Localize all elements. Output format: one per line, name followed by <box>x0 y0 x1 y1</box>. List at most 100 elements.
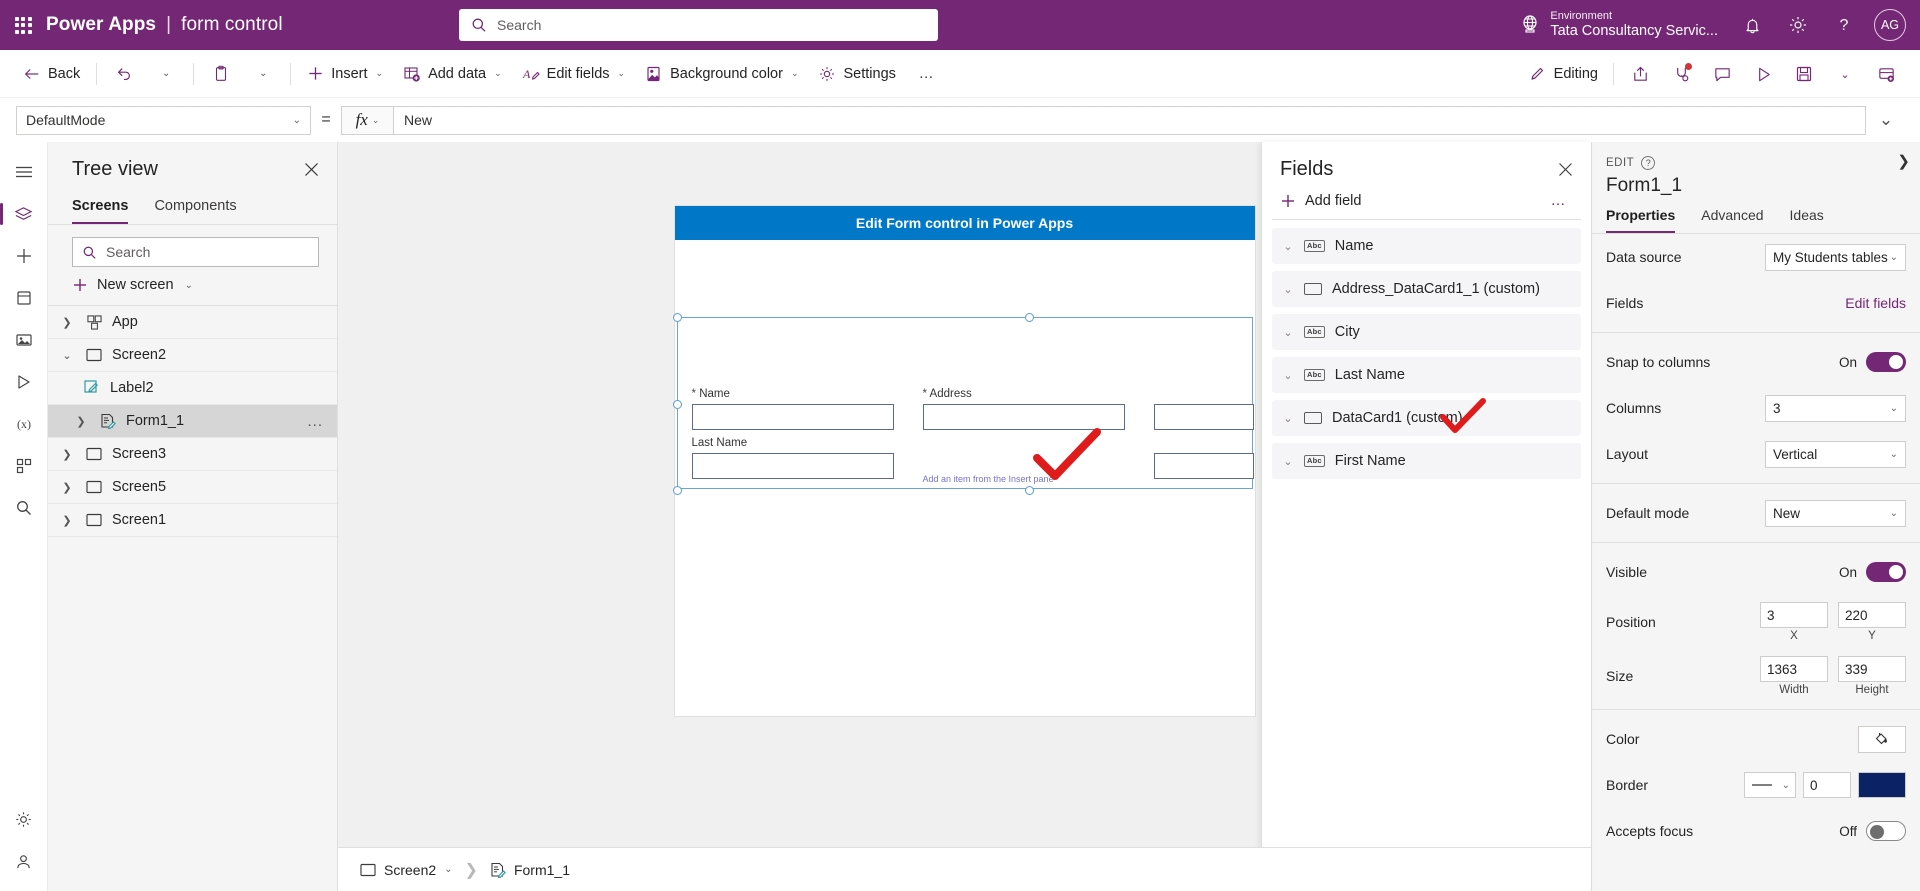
position-x-input[interactable]: 3 <box>1760 602 1828 628</box>
size-height-input[interactable]: 339 <box>1838 656 1906 682</box>
layout-select[interactable]: Vertical ⌄ <box>1765 440 1906 468</box>
chevron-down-icon[interactable]: ⌄ <box>1282 240 1294 253</box>
app-checker-button[interactable] <box>1661 56 1701 92</box>
editing-mode-button[interactable]: Editing <box>1520 57 1607 91</box>
resize-handle-tl[interactable] <box>672 313 682 322</box>
back-button[interactable]: Back <box>14 57 89 91</box>
field-input-fourth[interactable] <box>1153 453 1254 479</box>
paste-button[interactable] <box>201 56 241 92</box>
chevron-right-icon[interactable]: ❯ <box>58 448 76 461</box>
data-source-select[interactable]: My Students tables ⌄ <box>1765 243 1906 271</box>
fields-overflow-button[interactable]: … <box>1545 192 1574 209</box>
breadcrumb-form1-1[interactable]: Form1_1 <box>482 855 578 885</box>
media-icon[interactable] <box>4 320 44 360</box>
hamburger-icon[interactable] <box>4 152 44 192</box>
add-data-button[interactable]: Add data ⌄ <box>394 57 511 91</box>
insert-button[interactable]: Insert ⌄ <box>298 57 392 91</box>
publish-button[interactable] <box>1866 56 1906 92</box>
tree-item-screen5[interactable]: ❯ Screen5 <box>48 471 337 504</box>
edit-fields-button[interactable]: A Edit fields ⌄ <box>513 57 634 91</box>
tree-view-icon[interactable] <box>0 194 44 234</box>
field-item-datacard1[interactable]: ⌄ DataCard1 (custom) <box>1272 398 1581 436</box>
search-icon[interactable] <box>4 488 44 528</box>
tab-properties[interactable]: Properties <box>1606 207 1676 233</box>
tab-advanced[interactable]: Advanced <box>1701 207 1763 233</box>
field-input-third[interactable] <box>1153 404 1254 430</box>
help-icon[interactable]: ? <box>1641 156 1656 170</box>
tree-item-app[interactable]: ❯ App <box>48 306 337 339</box>
settings-menu-button[interactable]: Settings <box>809 57 904 91</box>
avatar[interactable]: AG <box>1874 9 1906 41</box>
chevron-down-icon[interactable]: ⌄ <box>1282 369 1294 382</box>
undo-dropdown[interactable]: ⌄ <box>146 56 186 92</box>
tree-search-input[interactable]: Search <box>72 237 319 267</box>
help-button[interactable]: ? <box>1822 0 1866 50</box>
chevron-right-icon[interactable]: ❯ <box>58 316 76 329</box>
tree-item-form1-1[interactable]: ❯ Form1_1 ... <box>48 405 337 438</box>
close-icon[interactable] <box>300 158 323 186</box>
collapse-panel-button[interactable]: ❯ <box>1897 152 1910 170</box>
chevron-down-icon[interactable]: ⌄ <box>444 864 452 875</box>
tab-components[interactable]: Components <box>154 198 236 224</box>
default-mode-select[interactable]: New ⌄ <box>1765 499 1906 527</box>
tab-ideas[interactable]: Ideas <box>1790 207 1824 233</box>
settings-button[interactable] <box>1776 0 1820 50</box>
tree-item-screen1[interactable]: ❯ Screen1 <box>48 504 337 537</box>
account-icon[interactable] <box>4 841 44 881</box>
save-dropdown[interactable]: ⌄ <box>1825 56 1865 92</box>
insert-icon[interactable] <box>4 236 44 276</box>
notifications-button[interactable] <box>1730 0 1774 50</box>
border-width-input[interactable]: 0 <box>1803 772 1851 798</box>
fx-button[interactable]: fx ⌄ <box>341 105 393 135</box>
app-launcher-icon[interactable] <box>0 16 46 34</box>
chevron-down-icon[interactable]: ⌄ <box>1282 412 1294 425</box>
field-input-name[interactable] <box>691 404 894 430</box>
share-button[interactable] <box>1620 56 1660 92</box>
tree-item-label2[interactable]: Label2 <box>48 372 337 405</box>
field-item-city[interactable]: ⌄ Abc City <box>1272 314 1581 350</box>
paste-dropdown[interactable]: ⌄ <box>243 56 283 92</box>
data-icon[interactable] <box>4 278 44 318</box>
chevron-right-icon[interactable]: ❯ <box>58 481 76 494</box>
field-item-first-name[interactable]: ⌄ Abc First Name <box>1272 443 1581 479</box>
breadcrumb-screen2[interactable]: Screen2 ⌄ <box>352 855 461 885</box>
columns-select[interactable]: 3 ⌄ <box>1765 394 1906 422</box>
visible-toggle[interactable] <box>1866 562 1906 582</box>
comments-button[interactable] <box>1702 56 1742 92</box>
snap-to-columns-toggle[interactable] <box>1866 352 1906 372</box>
field-item-name[interactable]: ⌄ Abc Name <box>1272 228 1581 264</box>
power-automate-icon[interactable] <box>4 362 44 402</box>
overflow-button[interactable]: … <box>907 56 947 92</box>
tree-item-screen2[interactable]: ⌄ Screen2 <box>48 339 337 372</box>
resize-handle-bl[interactable] <box>672 486 682 495</box>
tree-item-screen3[interactable]: ❯ Screen3 <box>48 438 337 471</box>
close-icon[interactable] <box>1554 158 1577 186</box>
resize-handle-ml[interactable] <box>672 400 682 409</box>
preview-button[interactable] <box>1743 56 1783 92</box>
accepts-focus-toggle[interactable] <box>1866 821 1906 841</box>
tab-screens[interactable]: Screens <box>72 198 129 224</box>
global-search-box[interactable]: Search <box>459 9 938 41</box>
position-y-input[interactable]: 220 <box>1838 602 1906 628</box>
size-width-input[interactable]: 1363 <box>1760 656 1828 682</box>
save-button[interactable] <box>1784 56 1824 92</box>
variables-icon[interactable]: (x) <box>4 404 44 444</box>
chevron-right-icon[interactable]: ❯ <box>72 415 90 428</box>
app-canvas[interactable]: Edit Form control in Power Apps * Name *… <box>672 206 1255 716</box>
formula-input[interactable]: New <box>393 105 1866 135</box>
field-input-last-name[interactable] <box>691 453 894 479</box>
background-color-button[interactable]: Background color ⌄ <box>636 57 807 91</box>
chevron-down-icon[interactable]: ⌄ <box>58 349 76 362</box>
resize-handle-bm[interactable] <box>1024 486 1034 495</box>
chevron-down-icon[interactable]: ⌄ <box>1282 283 1294 296</box>
resize-handle-tm[interactable] <box>1024 313 1034 322</box>
border-style-select[interactable]: ⌄ <box>1744 772 1796 798</box>
fill-color-button[interactable] <box>1858 725 1906 753</box>
tree-item-more-button[interactable]: ... <box>307 413 323 430</box>
expand-formula-bar-button[interactable]: ⌄ <box>1866 110 1906 130</box>
chevron-right-icon[interactable]: ❯ <box>58 514 76 527</box>
components-icon[interactable] <box>4 446 44 486</box>
undo-button[interactable] <box>104 56 144 92</box>
chevron-down-icon[interactable]: ⌄ <box>1282 326 1294 339</box>
field-item-last-name[interactable]: ⌄ Abc Last Name <box>1272 357 1581 393</box>
